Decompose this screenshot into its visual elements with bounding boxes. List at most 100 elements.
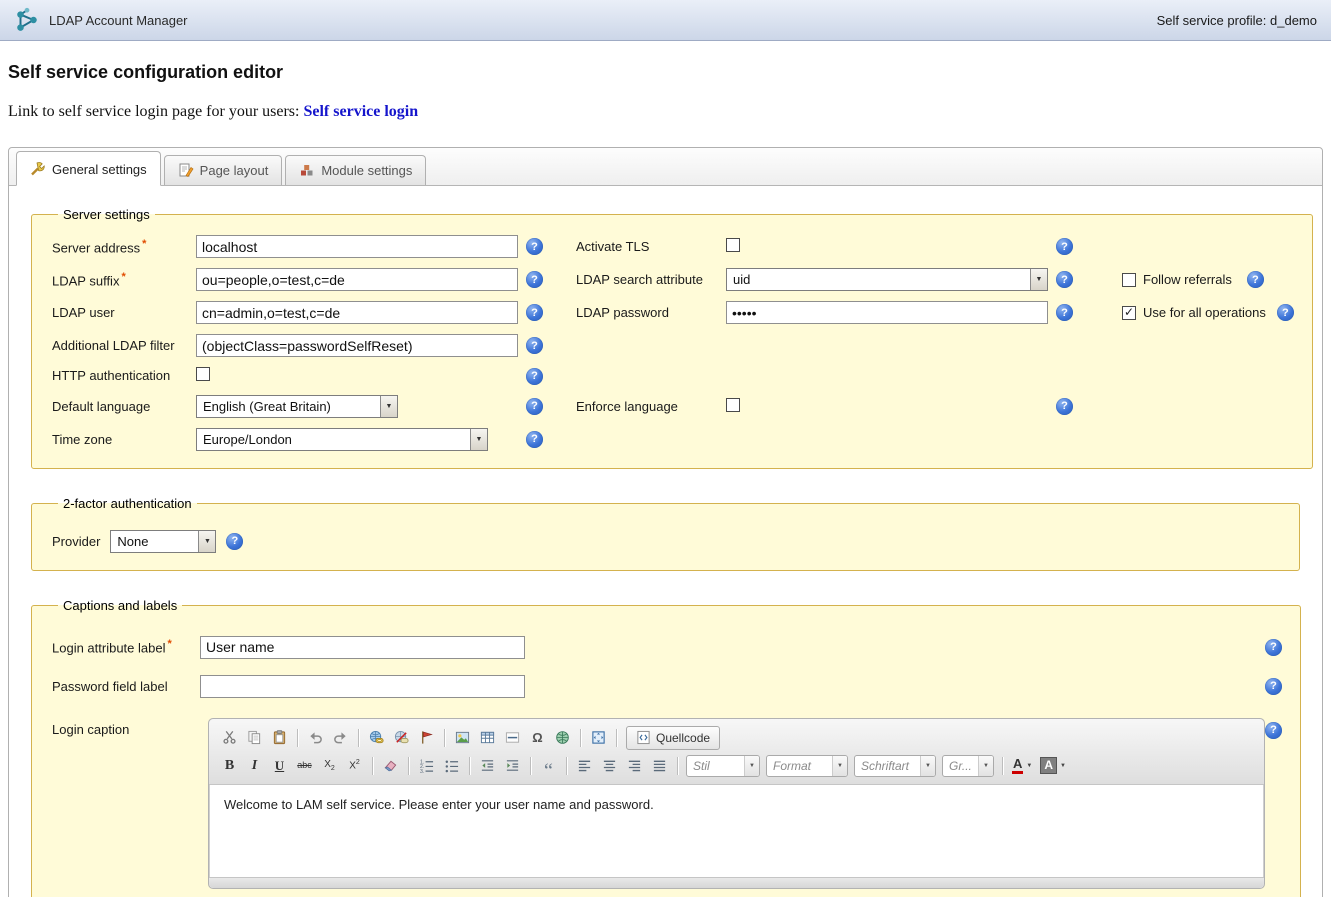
help-icon[interactable]	[1265, 722, 1282, 739]
cut-button[interactable]	[217, 726, 242, 750]
paste-button[interactable]	[267, 726, 292, 750]
align-center-icon	[602, 758, 617, 773]
additional-ldap-filter-label: Additional LDAP filter	[52, 338, 196, 353]
http-authentication-checkbox[interactable]	[196, 367, 210, 381]
superscript-button[interactable]: X2	[342, 754, 367, 778]
two-factor-legend: 2-factor authentication	[58, 496, 197, 511]
copy-button[interactable]	[242, 726, 267, 750]
tab-page-layout[interactable]: Page layout	[164, 155, 283, 185]
tab-module-settings[interactable]: Module settings	[285, 155, 426, 185]
help-icon[interactable]	[526, 238, 543, 255]
blockquote-button[interactable]: “	[536, 754, 561, 778]
help-icon[interactable]	[1265, 678, 1282, 695]
numbered-list-button[interactable]: 1.2.3.	[414, 754, 439, 778]
horizontal-rule-button[interactable]	[500, 726, 525, 750]
special-char-icon: Ω	[532, 731, 542, 744]
help-icon[interactable]	[1056, 398, 1073, 415]
login-attribute-input[interactable]	[200, 636, 525, 659]
format-combo-label: Format	[773, 759, 827, 773]
outdent-button[interactable]	[475, 754, 500, 778]
undo-button[interactable]	[303, 726, 328, 750]
time-zone-label: Time zone	[52, 432, 196, 447]
align-right-button[interactable]	[622, 754, 647, 778]
dropdown-arrow-icon	[470, 429, 487, 450]
link-button[interactable]	[364, 726, 389, 750]
bg-color-icon: A	[1040, 757, 1057, 774]
unlink-button[interactable]	[389, 726, 414, 750]
default-language-select[interactable]: English (Great Britain)	[196, 395, 398, 418]
size-combo[interactable]: Gr...	[942, 755, 994, 777]
anchor-button[interactable]	[414, 726, 439, 750]
help-icon[interactable]	[1265, 639, 1282, 656]
redo-button[interactable]	[328, 726, 353, 750]
help-icon[interactable]	[526, 368, 543, 385]
help-icon[interactable]	[1277, 304, 1294, 321]
italic-button[interactable]: I	[242, 754, 267, 778]
follow-referrals-checkbox[interactable]	[1122, 273, 1136, 287]
align-left-button[interactable]	[572, 754, 597, 778]
iframe-button[interactable]	[550, 726, 575, 750]
editor-content[interactable]: Welcome to LAM self service. Please ente…	[209, 785, 1264, 877]
special-char-button[interactable]: Ω	[525, 726, 550, 750]
anchor-icon	[419, 730, 434, 745]
ldap-suffix-label: LDAP suffix*	[52, 271, 196, 288]
tab-label: Page layout	[200, 163, 269, 178]
redo-icon	[333, 730, 348, 745]
style-combo[interactable]: Stil	[686, 755, 760, 777]
help-icon[interactable]	[1056, 238, 1073, 255]
text-color-button[interactable]: A	[1008, 754, 1036, 778]
chevron-down-icon	[832, 756, 847, 776]
image-button[interactable]	[450, 726, 475, 750]
font-combo[interactable]: Schriftart	[854, 755, 936, 777]
strike-button[interactable]: abc	[292, 754, 317, 778]
size-combo-label: Gr...	[949, 759, 973, 773]
help-icon[interactable]	[226, 533, 243, 550]
subscript-button[interactable]: X2	[317, 754, 342, 778]
server-address-input[interactable]	[196, 235, 518, 258]
bg-color-button[interactable]: A	[1036, 754, 1070, 778]
toolbar-row-2: BIUabcX2X21.2.3.“StilFormatSchriftartGr.…	[217, 752, 1256, 780]
underline-button[interactable]: U	[267, 754, 292, 778]
enforce-language-label: Enforce language	[562, 399, 726, 414]
help-icon[interactable]	[1247, 271, 1264, 288]
align-justify-button[interactable]	[647, 754, 672, 778]
editor-resize-bar[interactable]	[209, 877, 1264, 888]
modules-icon	[299, 162, 315, 178]
align-center-button[interactable]	[597, 754, 622, 778]
toolbar-row-1: Ω Quellcode	[217, 724, 1256, 752]
password-field-label-input[interactable]	[200, 675, 525, 698]
help-icon[interactable]	[526, 337, 543, 354]
tab-general-settings[interactable]: General settings	[16, 151, 161, 186]
help-icon[interactable]	[526, 431, 543, 448]
profile-indicator: Self service profile: d_demo	[1157, 13, 1317, 28]
numbered-list-icon: 1.2.3.	[419, 758, 434, 773]
ldap-password-input[interactable]	[726, 301, 1048, 324]
source-button[interactable]: Quellcode	[626, 726, 720, 750]
enforce-language-checkbox[interactable]	[726, 398, 740, 412]
ldap-suffix-input[interactable]	[196, 268, 518, 291]
bold-button[interactable]: B	[217, 754, 242, 778]
use-for-all-operations-checkbox[interactable]	[1122, 306, 1136, 320]
help-icon[interactable]	[1056, 304, 1073, 321]
top-header-bar: LDAP Account Manager Self service profil…	[0, 0, 1331, 41]
indent-button[interactable]	[500, 754, 525, 778]
additional-ldap-filter-input[interactable]	[196, 334, 518, 357]
help-icon[interactable]	[526, 304, 543, 321]
provider-select[interactable]: None	[110, 530, 216, 553]
table-icon	[480, 730, 495, 745]
help-icon[interactable]	[526, 271, 543, 288]
remove-format-button[interactable]	[378, 754, 403, 778]
help-icon[interactable]	[526, 398, 543, 415]
ldap-search-attribute-select[interactable]: uid	[726, 268, 1048, 291]
time-zone-select[interactable]: Europe/London	[196, 428, 488, 451]
blockquote-icon: “	[544, 756, 553, 776]
activate-tls-checkbox[interactable]	[726, 238, 740, 252]
ldap-user-input[interactable]	[196, 301, 518, 324]
format-combo[interactable]: Format	[766, 755, 848, 777]
help-icon[interactable]	[1056, 271, 1073, 288]
toolbar-separator	[297, 729, 298, 747]
bulleted-list-button[interactable]	[439, 754, 464, 778]
table-button[interactable]	[475, 726, 500, 750]
self-service-login-link[interactable]: Self service login	[303, 103, 418, 120]
maximize-button[interactable]	[586, 726, 611, 750]
